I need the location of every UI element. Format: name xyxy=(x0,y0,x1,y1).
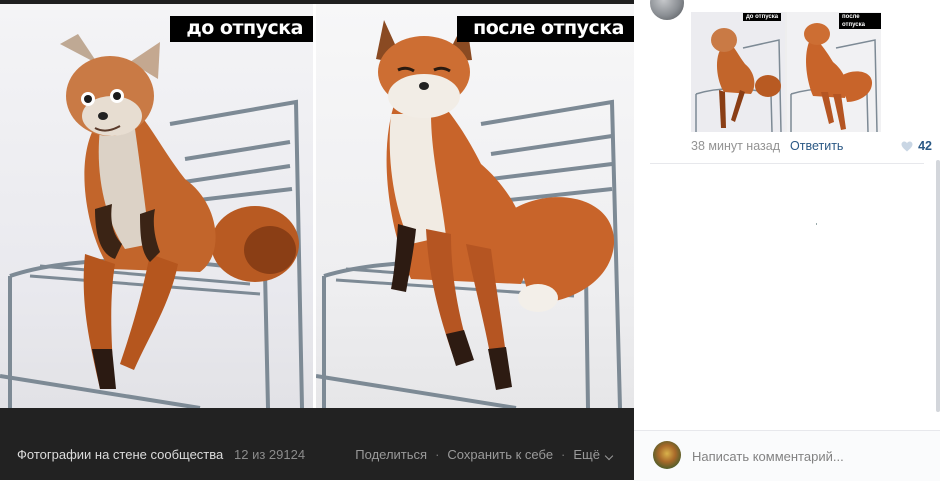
footer-actions: Поделиться · Сохранить к себе · Ещё xyxy=(355,447,614,462)
scrollbar[interactable] xyxy=(936,160,940,412)
photo-panel-before: до отпуска xyxy=(0,4,313,408)
reply-button[interactable]: Ответить xyxy=(790,139,843,153)
save-to-me-button[interactable]: Сохранить к себе xyxy=(447,447,553,462)
comment-composer xyxy=(634,430,940,481)
chevron-down-icon xyxy=(604,451,614,461)
separator: · xyxy=(561,447,566,462)
comment-timestamp[interactable]: 38 минут назад xyxy=(691,139,780,153)
separator: · xyxy=(435,447,440,462)
more-button[interactable]: Ещё xyxy=(573,447,614,462)
comment-attached-photo[interactable]: до отпуска после отпуска xyxy=(691,12,881,132)
avatar[interactable] xyxy=(650,0,684,20)
thumbnail-illustration xyxy=(691,12,881,132)
photo-panel-after: после отпуска xyxy=(316,4,634,408)
divider xyxy=(650,163,924,164)
album-title[interactable]: Фотографии на стене сообщества xyxy=(17,447,223,462)
loading-indicator xyxy=(816,223,817,225)
thumb-caption-after: после отпуска xyxy=(839,13,881,29)
caption-after: после отпуска xyxy=(457,16,634,42)
fox-after-illustration xyxy=(316,18,622,408)
thumb-caption-before: до отпуска xyxy=(743,13,782,21)
heart-icon xyxy=(901,141,913,151)
share-button[interactable]: Поделиться xyxy=(355,447,427,462)
comment-input[interactable] xyxy=(690,443,924,469)
more-label: Ещё xyxy=(573,447,600,462)
photo-viewer-image[interactable]: до отпуска после отпуска xyxy=(0,4,634,408)
photo-counter: 12 из 29124 xyxy=(234,447,306,462)
fox-before-illustration xyxy=(0,34,304,408)
caption-before: до отпуска xyxy=(170,16,313,42)
comments-panel: до отпуска после отпуска 38 минут назад … xyxy=(634,0,940,481)
likes-count: 42 xyxy=(918,139,932,153)
avatar[interactable] xyxy=(653,441,681,469)
like-button[interactable]: 42 xyxy=(901,139,932,153)
photo-footer: Фотографии на стене сообщества 12 из 291… xyxy=(0,408,634,480)
